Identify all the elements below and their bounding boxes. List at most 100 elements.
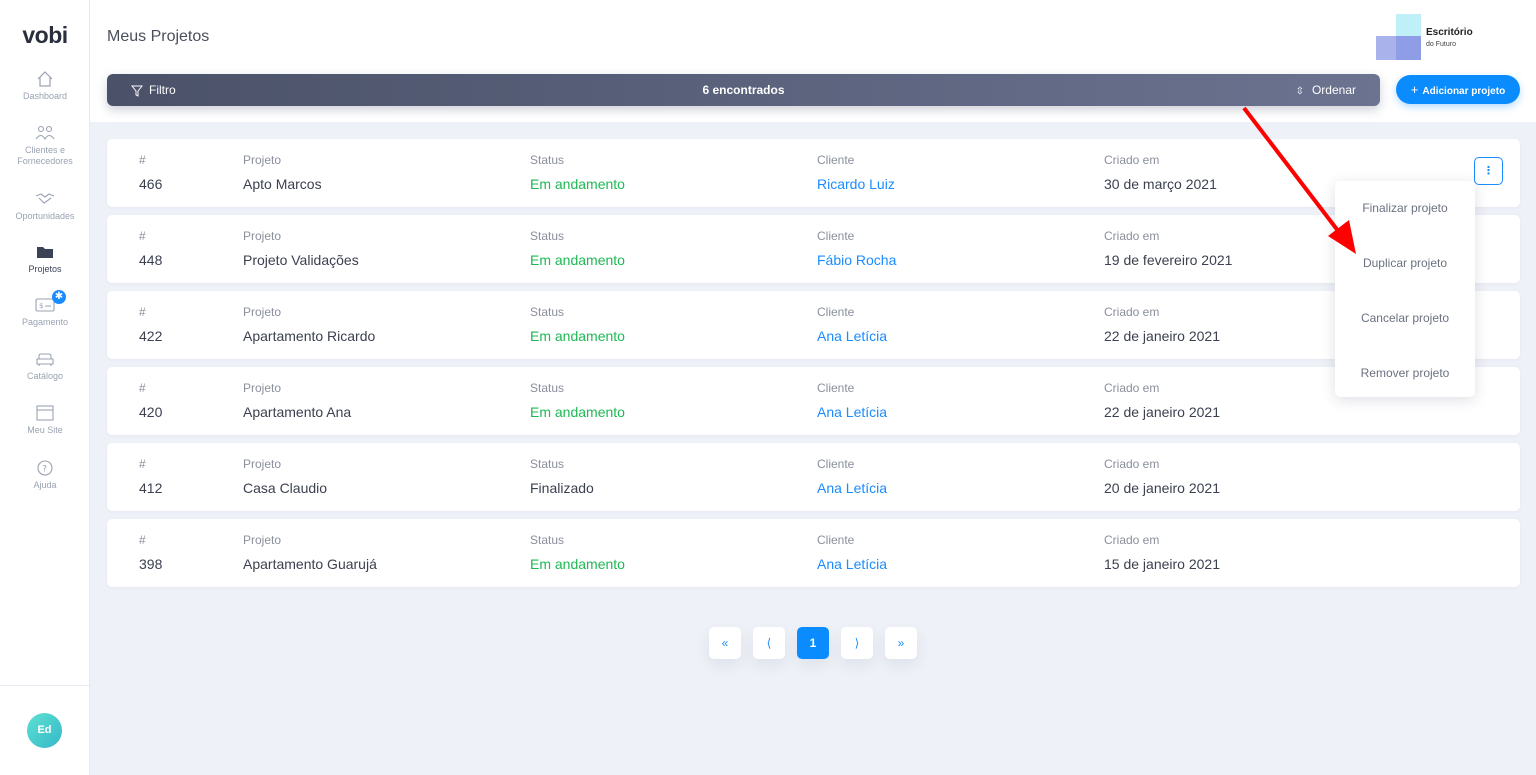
col-header-id: # [139,305,146,319]
new-badge: ✱ [52,290,66,304]
table-row[interactable]: #420 Projeto Apartamento Ana Status Em and… [107,367,1520,435]
col-header-status: Status [530,533,565,547]
menu-item-remover[interactable]: Remover projeto [1335,346,1475,401]
browser-icon [36,405,54,421]
user-avatar[interactable]: Ed [27,713,62,748]
svg-text:$: $ [39,302,43,310]
filter-button[interactable]: Filtro [131,74,176,106]
sidebar-item-dashboard[interactable]: Dashboard [0,70,90,102]
menu-item-duplicar[interactable]: Duplicar projeto [1335,236,1475,291]
col-header-created: Criado em [1104,153,1160,167]
col-header-project: Projeto [243,305,282,319]
page-title: Meus Projetos [107,28,210,45]
more-vertical-icon: ⋮ [1483,165,1494,177]
col-header-project: Projeto [243,533,282,547]
col-header-created: Criado em [1104,229,1160,243]
last-page-button[interactable]: » [885,627,917,659]
menu-item-finalizar[interactable]: Finalizar projeto [1335,181,1475,236]
folder-icon [37,247,53,258]
col-header-created: Criado em [1104,457,1160,471]
project-name: Apartamento Guarujá [243,556,377,572]
project-name: Apartamento Ana [243,404,352,420]
header: Meus Projetos Escritório do Futuro Filtr… [90,0,1536,122]
table-row[interactable]: #466 Projeto Apto Marcos Status Em andamen… [107,139,1520,207]
home-icon [37,71,53,87]
table-row[interactable]: #412 Projeto Casa Claudio Status Finalizad… [107,443,1520,511]
project-name: Apartamento Ricardo [243,328,376,344]
col-header-project: Projeto [243,457,282,471]
client-link[interactable]: Ana Letícia [817,404,887,420]
company-logo: Escritório do Futuro [1376,14,1506,60]
col-header-project: Projeto [243,229,282,243]
sidebar-item-label: Projetos [28,264,62,274]
sidebar-item-ajuda[interactable]: ? Ajuda [0,459,90,491]
results-count: 6 encontrados [702,83,785,97]
project-status: Em andamento [530,328,625,344]
help-icon: ? [37,460,53,476]
col-header-client: Cliente [817,457,855,471]
sidebar-item-pagamento[interactable]: $ ✱ Pagamento [0,290,90,328]
first-page-button[interactable]: « [709,627,741,659]
sofa-icon [36,353,54,366]
project-id: 422 [139,328,163,344]
sort-icon: ⇳ [1295,86,1304,97]
created-date: 30 de março 2021 [1104,176,1217,192]
client-link[interactable]: Ana Letícia [817,556,887,572]
col-header-id: # [139,457,146,471]
row-actions-menu: Finalizar projeto Duplicar projeto Cance… [1335,181,1475,397]
project-name: Apto Marcos [243,176,322,192]
more-options-button[interactable]: ⋮ [1474,157,1503,185]
client-link[interactable]: Ricardo Luiz [817,176,895,192]
add-project-button[interactable]: + Adicionar projeto [1396,75,1520,104]
filter-bar: Filtro 6 encontrados ⇳ Ordenar [107,74,1380,106]
project-name: Casa Claudio [243,480,328,496]
table-row[interactable]: #448 Projeto Projeto Validações Status Em … [107,215,1520,283]
sidebar-item-catalogo[interactable]: Catálogo [0,350,90,382]
sidebar-item-label: Ajuda [33,480,57,490]
project-status: Em andamento [530,404,625,420]
current-page-button[interactable]: 1 [797,627,829,659]
col-header-id: # [139,153,146,167]
created-date: 15 de janeiro 2021 [1104,556,1220,572]
company-name: Escritório [1426,27,1473,38]
project-status: Finalizado [530,480,594,496]
created-date: 22 de janeiro 2021 [1104,404,1220,420]
next-page-button[interactable]: ⟩ [841,627,873,659]
prev-page-button[interactable]: ⟨ [753,627,785,659]
client-link[interactable]: Ana Letícia [817,328,887,344]
filter-label: Filtro [149,83,176,97]
table-row[interactable]: #398 Projeto Apartamento Guarujá Status Em… [107,519,1520,587]
project-id: 466 [139,176,163,192]
project-name: Projeto Validações [243,252,359,268]
col-header-id: # [139,229,146,243]
col-header-status: Status [530,305,565,319]
sidebar-item-projetos[interactable]: Projetos [0,243,90,275]
created-date: 20 de janeiro 2021 [1104,480,1220,496]
client-link[interactable]: Ana Letícia [817,480,887,496]
table-row[interactable]: #422 Projeto Apartamento Ricardo Status Em… [107,291,1520,359]
sidebar-item-label: Clientes e Fornecedores [17,145,73,166]
project-status: Em andamento [530,176,625,192]
sidebar-item-label: Pagamento [21,317,69,327]
svg-text:?: ? [42,465,47,475]
sort-button[interactable]: ⇳ Ordenar [1296,74,1356,106]
col-header-client: Cliente [817,381,855,395]
col-header-id: # [139,381,146,395]
col-header-status: Status [530,153,565,167]
sidebar-item-clientes[interactable]: Clientes e Fornecedores [0,124,90,167]
client-link[interactable]: Fábio Rocha [817,252,896,268]
col-header-project: Projeto [243,381,282,395]
handshake-icon [35,193,55,204]
app-logo[interactable]: vobi [0,22,90,49]
sidebar-item-oportunidades[interactable]: Oportunidades [0,190,90,222]
col-header-status: Status [530,381,565,395]
project-id: 420 [139,404,163,420]
sidebar-item-meu-site[interactable]: Meu Site [0,404,90,436]
project-id: 412 [139,480,163,496]
created-date: 22 de janeiro 2021 [1104,328,1220,344]
project-id: 448 [139,252,163,268]
menu-item-cancelar[interactable]: Cancelar projeto [1335,291,1475,346]
project-status: Em andamento [530,252,625,268]
company-subtitle: do Futuro [1426,41,1456,48]
created-date: 19 de fevereiro 2021 [1104,252,1233,268]
